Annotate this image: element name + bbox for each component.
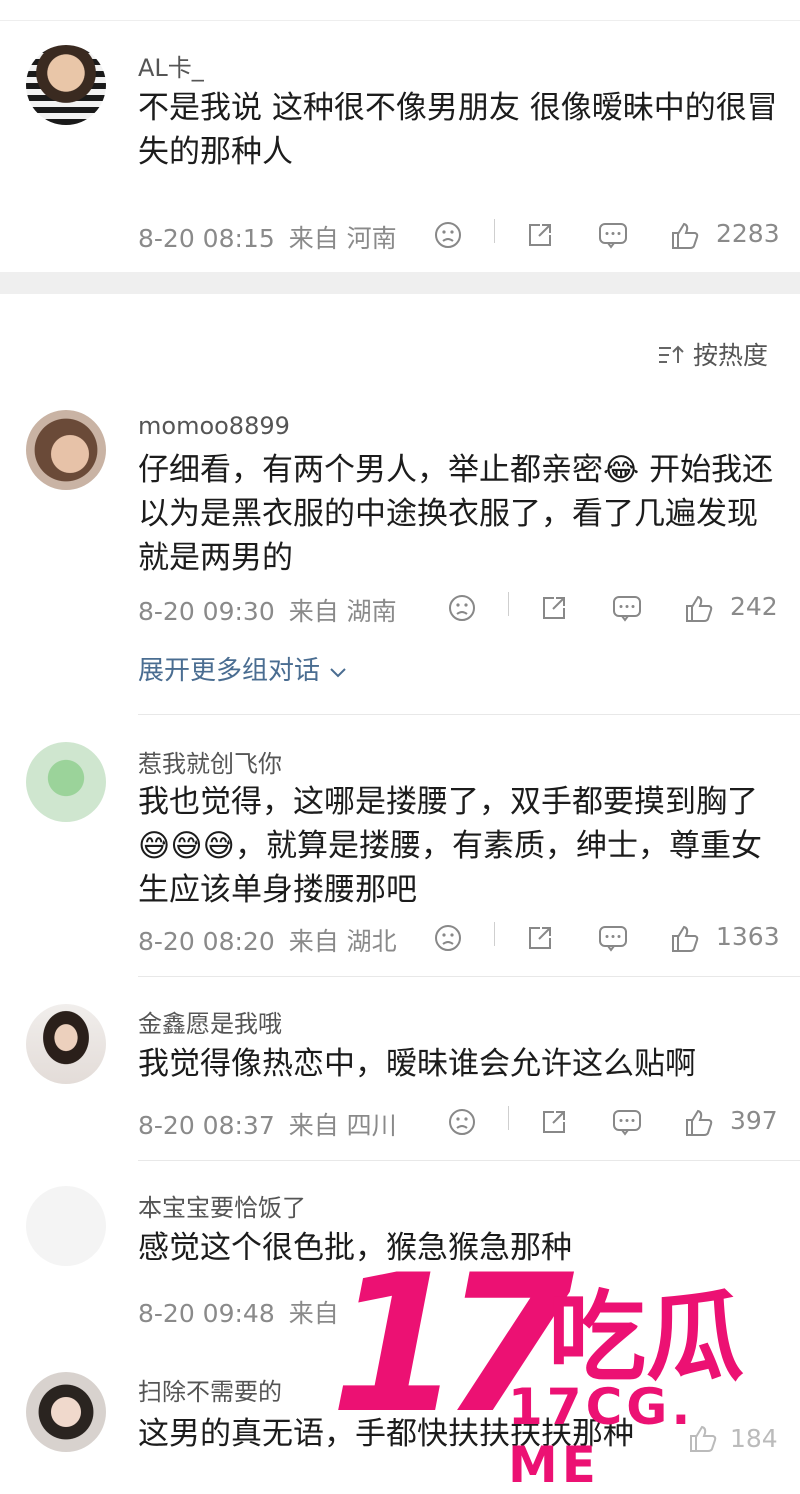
row-divider: [138, 714, 800, 715]
comment-icon[interactable]: [598, 221, 628, 249]
comment-icon[interactable]: [612, 594, 642, 622]
comment-location: 来自 四川: [288, 1111, 397, 1140]
comment-text: 我觉得像热恋中，暧昧谁会允许这么贴啊: [138, 1046, 696, 1082]
thumbs-up-icon[interactable]: [670, 924, 700, 954]
comment-time: 8-20 08:37: [138, 1111, 275, 1140]
avatar[interactable]: [26, 45, 106, 125]
comment-author[interactable]: 惹我就创飞你: [138, 744, 282, 779]
avatar[interactable]: [26, 1004, 106, 1084]
meta-divider: [494, 922, 495, 946]
share-icon[interactable]: [526, 221, 554, 249]
comment-text: 仔细看，有两个男人，举止都亲密😂 开始我还以为是黑衣服的中途换衣服了，看了几遍发…: [138, 452, 774, 576]
sad-face-icon[interactable]: [434, 221, 462, 249]
comment-meta: 8-20 09:30 来自 湖南 242: [138, 588, 778, 628]
section-separator: [0, 272, 800, 294]
watermark: 17 吃瓜 17CG. ME: [330, 1250, 800, 1494]
comment-time-location: 8-20 08:20 来自 湖北: [138, 922, 397, 958]
sort-icon: [659, 345, 684, 363]
avatar[interactable]: [26, 1186, 106, 1266]
comment-meta: 8-20 08:15 来自 河南 2283: [138, 215, 780, 255]
avatar[interactable]: [26, 410, 106, 490]
sort-label: 按热度: [692, 341, 768, 370]
comment-author[interactable]: 扫除不需要的: [138, 1372, 282, 1407]
sort-toggle[interactable]: 按热度: [657, 336, 768, 372]
meta-divider: [508, 592, 509, 616]
comment-time-location: 8-20 09:48 来自: [138, 1294, 339, 1330]
watermark-domain: 17CG. ME: [508, 1378, 695, 1494]
comment-location: 来自 河南: [288, 224, 397, 253]
comment-author[interactable]: AL卡_: [138, 48, 204, 83]
thumbs-up-icon[interactable]: [684, 594, 714, 624]
row-divider: [138, 1160, 800, 1161]
sad-face-icon[interactable]: [434, 924, 462, 952]
comment-time: 8-20 08:15: [138, 224, 275, 253]
comment-text: 不是我说 这种很不像男朋友 很像暧昧中的很冒失的那种人: [138, 90, 778, 170]
comment-meta: 8-20 08:37 来自 四川 397: [138, 1102, 778, 1142]
sad-face-icon[interactable]: [448, 1108, 476, 1136]
comment-meta: 8-20 08:20 来自 湖北 1363: [138, 918, 780, 958]
comment-time: 8-20 08:20: [138, 927, 275, 956]
expand-conversations-link[interactable]: 展开更多组对话: [138, 650, 348, 687]
meta-divider: [494, 219, 495, 243]
comment-time: 8-20 09:48: [138, 1299, 275, 1328]
thumbs-up-icon[interactable]: [670, 221, 700, 251]
avatar[interactable]: [26, 1372, 106, 1452]
chevron-down-icon: [330, 668, 346, 678]
comment-author[interactable]: 金鑫愿是我哦: [138, 1004, 282, 1039]
like-count: 242: [730, 592, 778, 621]
comment-icon[interactable]: [612, 1108, 642, 1136]
comment-time: 8-20 09:30: [138, 597, 275, 626]
comment-time-location: 8-20 09:30 来自 湖南: [138, 592, 397, 628]
comment-text: 我也觉得，这哪是搂腰了，双手都要摸到胸了😅😅😅，就算是搂腰，有素质，绅士，尊重女…: [138, 784, 762, 908]
expand-label: 展开更多组对话: [138, 656, 321, 686]
like-count: 397: [730, 1106, 778, 1135]
sad-face-icon[interactable]: [448, 594, 476, 622]
like-count: 2283: [716, 219, 780, 248]
top-divider: [0, 20, 800, 21]
comment-time-location: 8-20 08:37 来自 四川: [138, 1106, 397, 1142]
thumbs-up-icon[interactable]: [684, 1108, 714, 1138]
comment-location: 来自 湖北: [288, 927, 397, 956]
comment-location: 来自 湖南: [288, 597, 397, 626]
meta-divider: [508, 1106, 509, 1130]
comment-time-location: 8-20 08:15 来自 河南: [138, 219, 397, 255]
share-icon[interactable]: [540, 1108, 568, 1136]
comment-author[interactable]: 本宝宝要恰饭了: [138, 1188, 306, 1223]
share-icon[interactable]: [540, 594, 568, 622]
avatar[interactable]: [26, 742, 106, 822]
row-divider: [138, 976, 800, 977]
comment-author[interactable]: momoo8899: [138, 412, 290, 440]
share-icon[interactable]: [526, 924, 554, 952]
comment-icon[interactable]: [598, 924, 628, 952]
like-count: 1363: [716, 922, 780, 951]
